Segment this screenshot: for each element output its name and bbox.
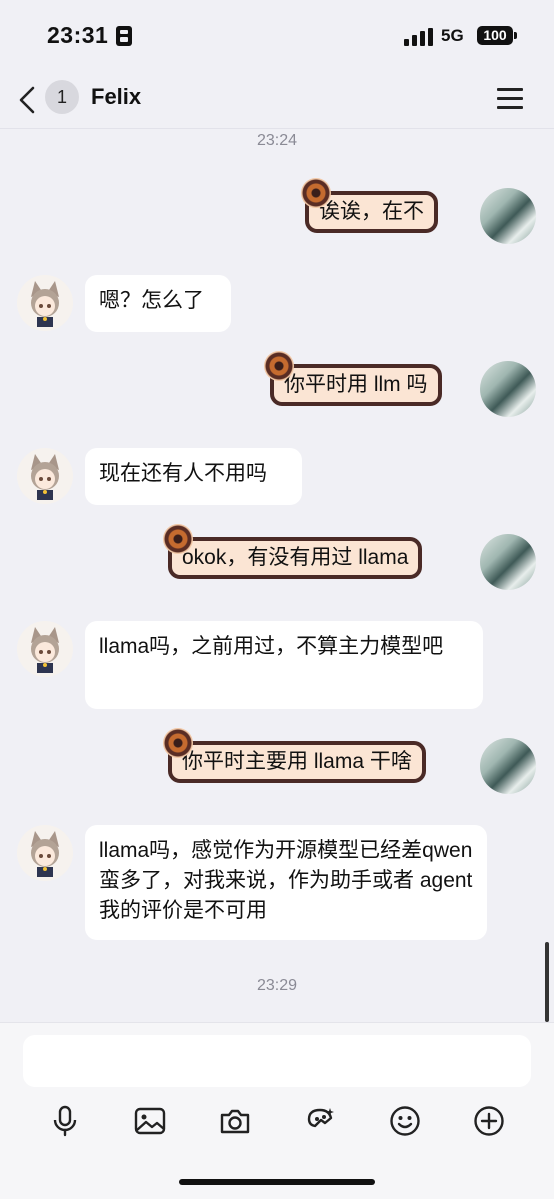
camera-button[interactable] bbox=[213, 1099, 257, 1143]
input-area bbox=[0, 1022, 554, 1199]
message-bubble-sent[interactable]: okok，有没有用过 llama bbox=[168, 537, 423, 579]
message-input[interactable] bbox=[23, 1035, 531, 1087]
bubble-decoration-icon bbox=[301, 178, 331, 208]
contact-name: Felix bbox=[91, 84, 142, 109]
sticker-button[interactable] bbox=[298, 1099, 342, 1143]
status-time: 23:31 bbox=[47, 22, 109, 48]
cat-girl-avatar-icon bbox=[31, 454, 59, 500]
message-bubble-received[interactable]: 现在还有人不用吗 bbox=[85, 448, 302, 505]
cat-girl-avatar-icon bbox=[31, 281, 59, 327]
timestamp: 23:24 bbox=[256, 132, 298, 149]
avatar[interactable] bbox=[480, 738, 536, 794]
network-label: 5G bbox=[441, 26, 464, 45]
avatar[interactable] bbox=[17, 825, 73, 881]
avatar[interactable] bbox=[480, 534, 536, 590]
cat-girl-avatar-icon bbox=[31, 831, 59, 877]
more-button[interactable] bbox=[467, 1099, 511, 1143]
avatar[interactable] bbox=[480, 188, 536, 244]
emoji-button[interactable] bbox=[383, 1099, 427, 1143]
scrollbar[interactable] bbox=[545, 942, 549, 1022]
bubble-decoration-icon bbox=[163, 728, 193, 758]
microphone-icon bbox=[53, 1105, 77, 1137]
bubble-decoration-icon bbox=[264, 351, 294, 381]
message-bubble-received[interactable]: llama吗，感觉作为开源模型已经差qwen蛮多了，对我来说，作为助手或者 ag… bbox=[85, 825, 487, 940]
plus-icon bbox=[474, 1106, 504, 1136]
image-button[interactable] bbox=[128, 1099, 172, 1143]
image-icon bbox=[134, 1107, 166, 1135]
message-bubble-received[interactable]: 嗯？怎么了 bbox=[85, 275, 231, 332]
sticker-icon bbox=[307, 1108, 334, 1128]
status-bar: 23:31 5G 100 bbox=[0, 0, 554, 72]
timestamp: 23:29 bbox=[256, 977, 298, 994]
emoji-icon bbox=[390, 1106, 420, 1136]
bubble-decoration-icon bbox=[163, 524, 193, 554]
signal-icon bbox=[404, 28, 434, 46]
avatar[interactable] bbox=[17, 621, 73, 677]
avatar[interactable] bbox=[17, 448, 73, 504]
back-button[interactable] bbox=[14, 78, 44, 122]
chevron-left-icon bbox=[19, 86, 35, 114]
voice-button[interactable] bbox=[43, 1099, 87, 1143]
home-indicator[interactable] bbox=[179, 1179, 375, 1185]
message-bubble-received[interactable]: llama吗，之前用过，不算主力模型吧 bbox=[85, 621, 483, 709]
id-card-icon bbox=[116, 26, 132, 46]
avatar[interactable] bbox=[480, 361, 536, 417]
camera-icon bbox=[220, 1109, 250, 1134]
message-bubble-sent[interactable]: 你平时主要用 llama 干啥 bbox=[168, 741, 426, 783]
avatar[interactable] bbox=[17, 275, 73, 331]
unread-badge[interactable]: 1 bbox=[45, 80, 79, 114]
message-bubble-sent[interactable]: 你平时用 llm 吗 bbox=[270, 364, 442, 406]
chat-header: 1 Felix bbox=[0, 72, 554, 129]
cat-girl-avatar-icon bbox=[31, 627, 59, 673]
menu-button[interactable] bbox=[493, 84, 527, 114]
battery-icon: 100 bbox=[477, 26, 517, 45]
